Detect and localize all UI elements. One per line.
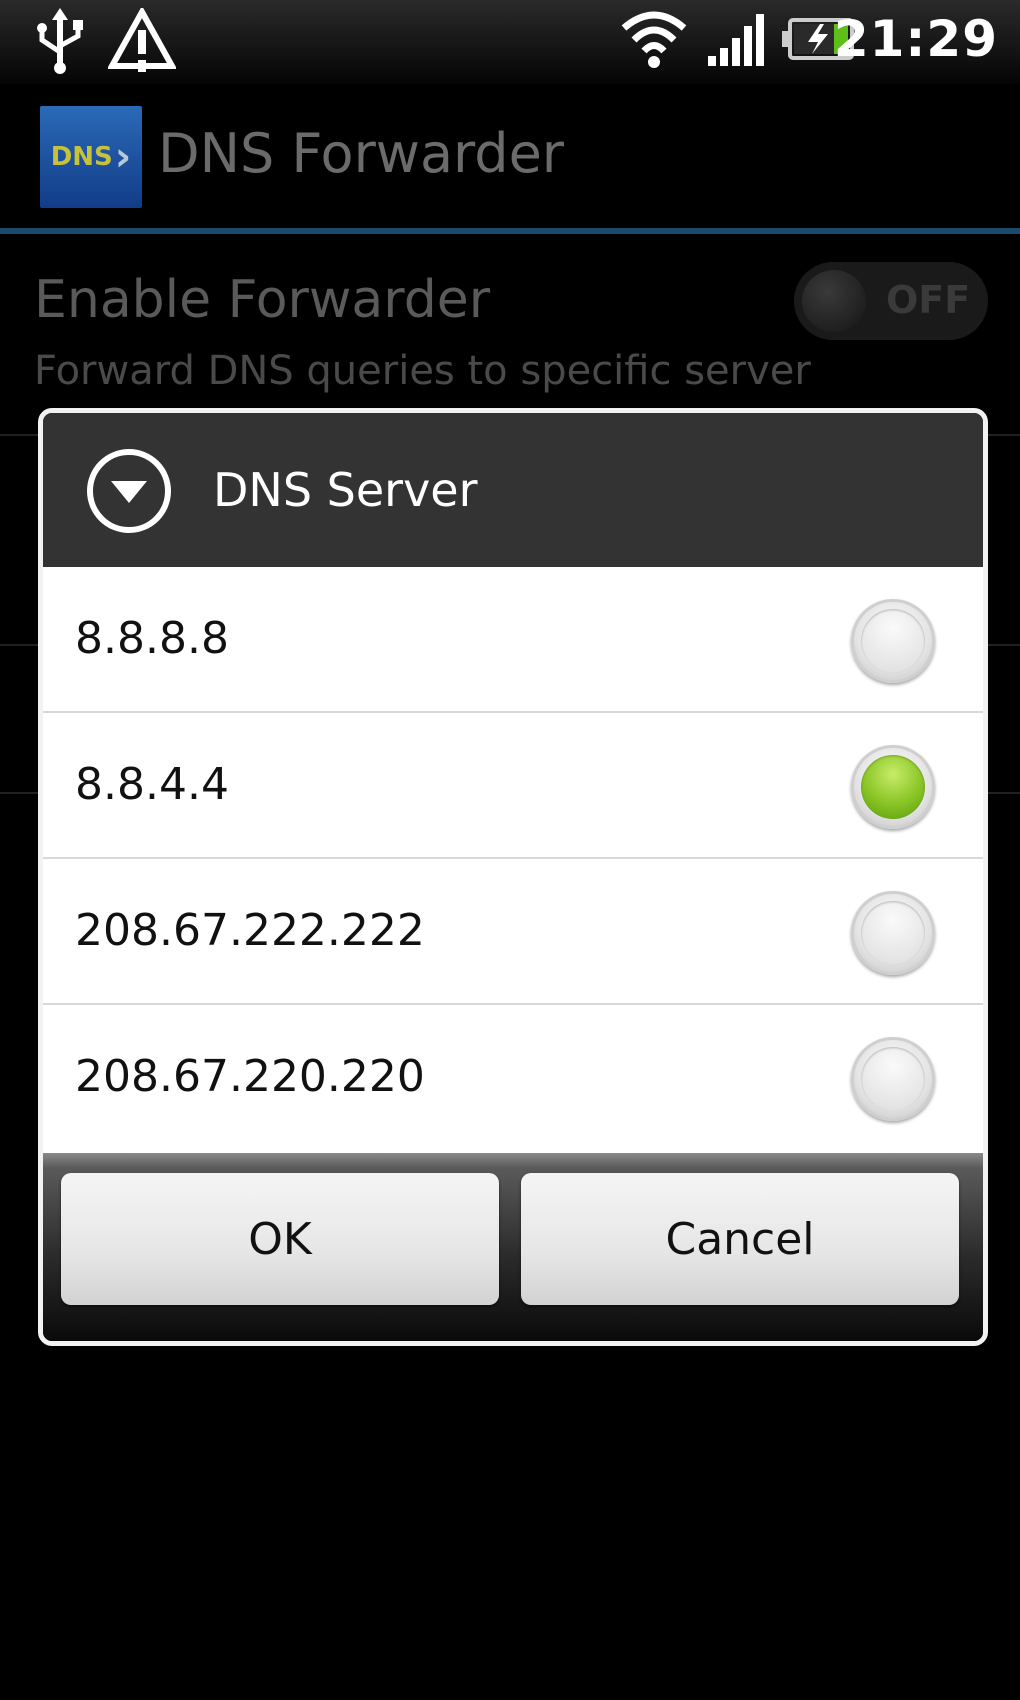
radio-button[interactable] (851, 891, 935, 975)
clock: 21:29 (833, 10, 998, 68)
app-logo-text: DNS (50, 142, 113, 172)
app-title-bar: DNS › DNS Forwarder (0, 84, 1020, 230)
preference-summary: Forward DNS queries to specific server (34, 348, 811, 394)
dns-option-208-67-222-222[interactable]: 208.67.222.222 (43, 859, 983, 1005)
dialog-title: DNS Server (213, 463, 478, 517)
preference-title: Enable Forwarder (34, 270, 491, 330)
dialog-button-bar: OK Cancel (43, 1153, 983, 1341)
dns-option-8-8-4-4[interactable]: 8.8.4.4 (43, 713, 983, 859)
dns-option-208-67-220-220[interactable]: 208.67.220.220 (43, 1005, 983, 1153)
dns-server-options: 8.8.8.8 8.8.4.4 208.67.222.222 208.67.22… (43, 567, 983, 1153)
toggle-label: OFF (886, 278, 971, 322)
toggle-knob (802, 270, 866, 332)
option-label: 208.67.220.220 (75, 1051, 425, 1102)
wifi-icon (621, 11, 687, 68)
title-divider (0, 228, 1020, 234)
cancel-button[interactable]: Cancel (521, 1173, 959, 1305)
signal-icon (708, 14, 764, 66)
enable-forwarder-toggle[interactable]: OFF (794, 262, 988, 340)
dropdown-circle-icon (87, 449, 171, 533)
dns-option-8-8-8-8[interactable]: 8.8.8.8 (43, 567, 983, 713)
status-bar: 21:29 (0, 0, 1020, 84)
dns-server-dialog: DNS Server 8.8.8.8 8.8.4.4 208.67.222.22… (38, 408, 988, 1346)
usb-icon (37, 8, 83, 74)
ok-button[interactable]: OK (61, 1173, 499, 1305)
dns-logo-icon: DNS › (40, 106, 142, 208)
app-title: DNS Forwarder (158, 122, 565, 185)
radio-button[interactable] (851, 599, 935, 683)
dialog-header: DNS Server (43, 413, 983, 567)
option-label: 8.8.8.8 (75, 613, 229, 664)
option-label: 208.67.222.222 (75, 905, 425, 956)
radio-button[interactable] (851, 1037, 935, 1121)
radio-button-selected[interactable] (851, 745, 935, 829)
warning-icon (108, 8, 176, 72)
option-label: 8.8.4.4 (75, 759, 229, 810)
